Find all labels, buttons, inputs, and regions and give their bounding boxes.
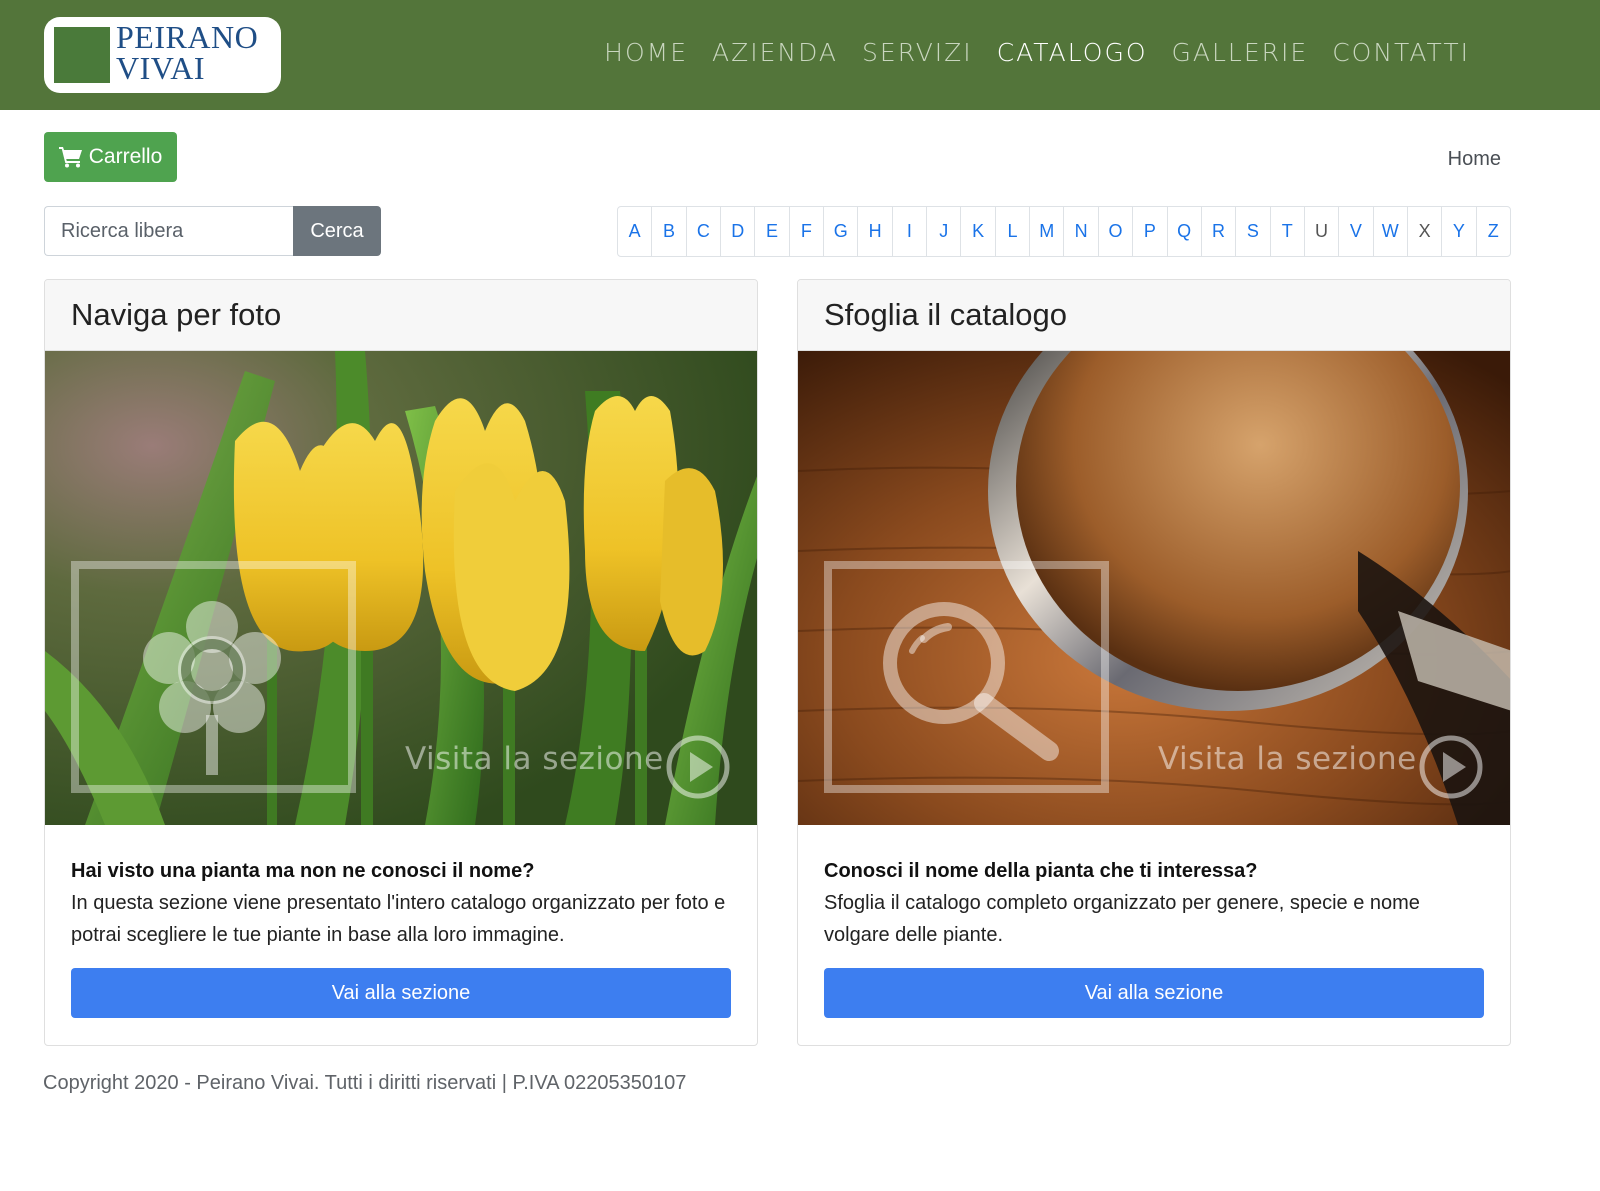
footer-copyright: Copyright 2020 - Peirano Vivai. Tutti i … [43, 1072, 687, 1094]
alphabet-letter-p[interactable]: P [1133, 207, 1168, 256]
alphabet-letter-m[interactable]: M [1030, 207, 1065, 256]
card-browse-catalog: Sfoglia il catalogo Visita la sezione Co… [797, 279, 1511, 1046]
alphabet-letter-o[interactable]: O [1099, 207, 1134, 256]
alphabet-letter-b[interactable]: B [652, 207, 687, 256]
nav-item-azienda[interactable]: AZIENDA [712, 38, 838, 67]
card-header: Sfoglia il catalogo [798, 280, 1510, 351]
alphabet-letter-v[interactable]: V [1339, 207, 1374, 256]
card-lead: Hai visto una pianta ma non ne conosci i… [71, 860, 535, 882]
alphabet-letter-t[interactable]: T [1271, 207, 1305, 256]
search-input[interactable] [44, 206, 293, 256]
tulips-image[interactable]: Visita la sezione [45, 351, 757, 825]
shopping-cart-icon [58, 147, 82, 168]
overlay-visit-text: Visita la sezione [405, 741, 664, 777]
logo-line-2: VIVAI [116, 50, 206, 86]
card-body: Hai visto una pianta ma non ne conosci i… [45, 825, 757, 951]
logo-line-1: PEIRANO [116, 19, 259, 55]
alphabet-letter-s[interactable]: S [1236, 207, 1271, 256]
play-circle-icon [1419, 735, 1483, 799]
cart-button[interactable]: Carrello [44, 132, 177, 182]
magnifier-icon [883, 602, 1059, 761]
search-form: Cerca [44, 206, 381, 256]
nav-item-servizi[interactable]: SERVIZI [862, 38, 973, 67]
alphabet-letter-x[interactable]: X [1408, 207, 1443, 256]
alphabet-letter-y[interactable]: Y [1442, 207, 1477, 256]
alphabet-letter-e[interactable]: E [755, 207, 790, 256]
flower-icon [143, 601, 281, 775]
alphabet-letter-h[interactable]: H [858, 207, 893, 256]
magnifier-image[interactable]: Visita la sezione [798, 351, 1510, 825]
visit-section-button[interactable]: Vai alla sezione [71, 968, 731, 1018]
card-browse-photos: Naviga per foto Visita la sezione Hai vi… [44, 279, 758, 1046]
nav-item-contatti[interactable]: CONTATTI [1332, 38, 1470, 67]
cart-button-label: Carrello [88, 145, 163, 168]
nav-item-home[interactable]: HOME [604, 38, 688, 67]
alphabet-letter-a[interactable]: A [618, 207, 653, 256]
alphabet-letter-j[interactable]: J [927, 207, 962, 256]
visit-section-button[interactable]: Vai alla sezione [824, 968, 1484, 1018]
logo-text: PEIRANO VIVAI [116, 19, 259, 86]
alphabet-letter-z[interactable]: Z [1477, 207, 1510, 256]
alphabet-letter-i[interactable]: I [893, 207, 928, 256]
search-button[interactable]: Cerca [293, 206, 381, 256]
logo-square [54, 27, 110, 83]
alphabet-letter-n[interactable]: N [1064, 207, 1099, 256]
card-text: In questa sezione viene presentato l'int… [71, 892, 726, 946]
alphabet-letter-q[interactable]: Q [1168, 207, 1202, 256]
breadcrumb-home[interactable]: Home [1448, 148, 1501, 171]
alphabet-letter-g[interactable]: G [824, 207, 859, 256]
alphabet-letter-c[interactable]: C [687, 207, 722, 256]
alphabet-letter-w[interactable]: W [1374, 207, 1408, 256]
card-title: Sfoglia il catalogo [824, 297, 1067, 332]
card-title: Naviga per foto [71, 297, 282, 332]
alphabet-letter-d[interactable]: D [721, 207, 756, 256]
site-header: PEIRANO VIVAI HOME AZIENDA SERVIZI CATAL… [0, 0, 1600, 110]
alphabet-pagination: ABCDEFGHIJKLMNOPQRSTUVWXYZ [617, 206, 1511, 257]
overlay-visit-text: Visita la sezione [1158, 741, 1417, 777]
alphabet-letter-l[interactable]: L [996, 207, 1031, 256]
play-circle-icon [666, 735, 730, 799]
site-logo[interactable]: PEIRANO VIVAI [44, 17, 281, 93]
card-text: Sfoglia il catalogo completo organizzato… [824, 892, 1420, 946]
alphabet-letter-k[interactable]: K [961, 207, 996, 256]
card-lead: Conosci il nome della pianta che ti inte… [824, 860, 1258, 882]
nav-item-catalogo[interactable]: CATALOGO [997, 38, 1148, 67]
alphabet-letter-f[interactable]: F [790, 207, 825, 256]
main-nav: HOME AZIENDA SERVIZI CATALOGO GALLERIE C… [604, 38, 1470, 67]
nav-item-gallerie[interactable]: GALLERIE [1172, 38, 1309, 67]
alphabet-letter-u[interactable]: U [1305, 207, 1340, 256]
card-header: Naviga per foto [45, 280, 757, 351]
card-body: Conosci il nome della pianta che ti inte… [798, 825, 1510, 951]
alphabet-letter-r[interactable]: R [1202, 207, 1237, 256]
